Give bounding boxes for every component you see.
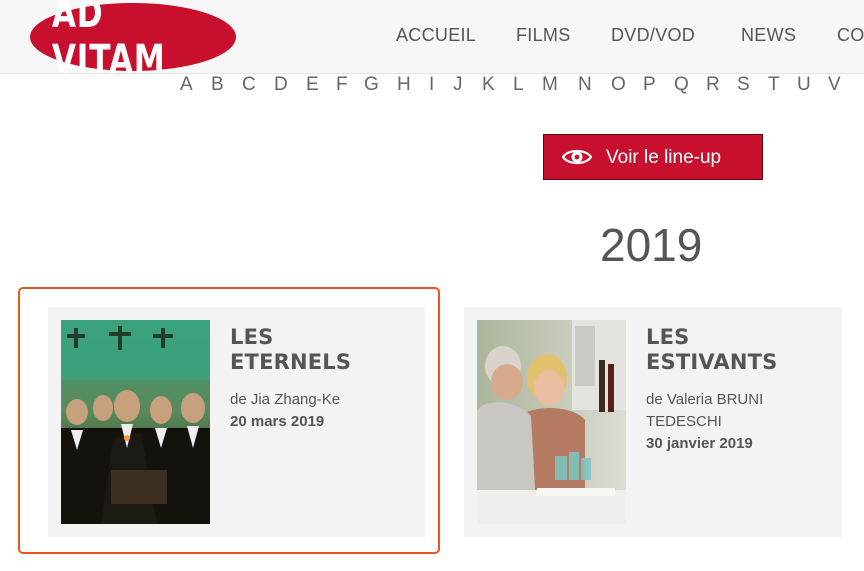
- film-release-date: 30 janvier 2019: [646, 435, 753, 452]
- letter-l[interactable]: L: [513, 74, 524, 96]
- film-title-line-1: LES: [230, 325, 274, 349]
- letter-m[interactable]: M: [542, 74, 558, 96]
- film-card-les-eternels[interactable]: LES ETERNELS de Jia Zhang-Ke 20 mars 201…: [48, 307, 425, 537]
- eye-icon: [562, 149, 592, 165]
- letter-v[interactable]: V: [828, 74, 841, 96]
- letter-h[interactable]: H: [397, 74, 411, 96]
- letter-u[interactable]: U: [797, 74, 811, 96]
- letter-j[interactable]: J: [453, 74, 463, 96]
- nav-news[interactable]: NEWS: [741, 25, 796, 46]
- lineup-button[interactable]: Voir le line-up: [543, 134, 763, 180]
- film-release-date: 20 mars 2019: [230, 413, 325, 430]
- nav-films[interactable]: FILMS: [516, 25, 571, 46]
- letter-t[interactable]: T: [768, 74, 780, 96]
- letter-a[interactable]: A: [180, 74, 193, 96]
- film-card-les-estivants[interactable]: LES ESTIVANTS de Valeria BRUNI TEDESCHI …: [464, 307, 842, 537]
- letter-p[interactable]: P: [643, 74, 656, 96]
- letter-n[interactable]: N: [578, 74, 592, 96]
- film-title-line-1: LES: [646, 325, 690, 349]
- year-heading: 2019: [600, 219, 703, 271]
- poster-les-estivants: [477, 320, 626, 524]
- film-poster[interactable]: [477, 320, 626, 524]
- logo[interactable]: AD VITAM: [29, 0, 237, 83]
- letter-r[interactable]: R: [706, 74, 720, 96]
- letter-i[interactable]: I: [429, 74, 434, 96]
- site-header: AD VITAM ACCUEIL FILMS DVD/VOD NEWS CO: [0, 0, 864, 83]
- letter-d[interactable]: D: [274, 74, 288, 96]
- letter-c[interactable]: C: [242, 74, 256, 96]
- film-title-line-2: ESTIVANTS: [646, 350, 778, 374]
- letter-q[interactable]: Q: [674, 74, 689, 96]
- letter-g[interactable]: G: [364, 74, 379, 96]
- film-title[interactable]: LES ETERNELS: [230, 325, 420, 375]
- logo-text: AD VITAM: [51, 0, 166, 83]
- nav-accueil[interactable]: ACCUEIL: [396, 25, 476, 46]
- letter-e[interactable]: E: [306, 74, 319, 96]
- film-director: de Jia Zhang-Ke: [230, 391, 341, 408]
- film-title-line-2: ETERNELS: [230, 350, 352, 374]
- poster-les-eternels: [61, 320, 210, 524]
- film-poster[interactable]: [61, 320, 210, 524]
- film-title[interactable]: LES ESTIVANTS: [646, 325, 836, 375]
- alphabet-filter: A B C D E F G H I J K L M N O P Q R S T …: [0, 74, 864, 98]
- letter-k[interactable]: K: [482, 74, 495, 96]
- lineup-button-label: Voir le line-up: [606, 147, 722, 168]
- letter-b[interactable]: B: [211, 74, 224, 96]
- nav-dvd-vod[interactable]: DVD/VOD: [611, 25, 695, 46]
- letter-s[interactable]: S: [737, 74, 750, 96]
- letter-o[interactable]: O: [611, 74, 626, 96]
- letter-f[interactable]: F: [336, 74, 348, 96]
- film-director: de Valeria BRUNI TEDESCHI: [646, 391, 764, 430]
- nav-contact[interactable]: CO: [837, 25, 864, 46]
